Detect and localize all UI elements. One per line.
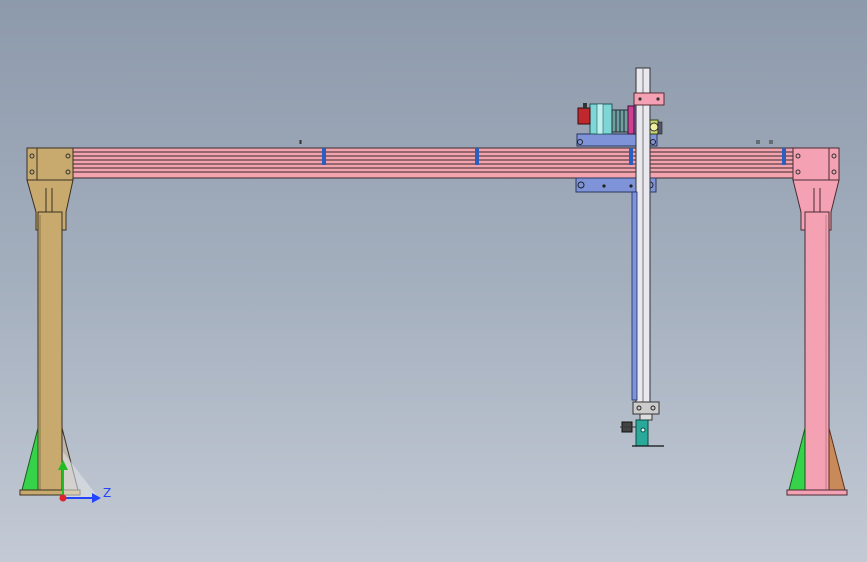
z-axis-label: Z: [103, 486, 111, 500]
cad-viewport[interactable]: Z: [0, 0, 867, 562]
horizontal-beam[interactable]: [59, 140, 801, 179]
beam-top-bolts: [299, 140, 773, 144]
gripper[interactable]: [620, 413, 664, 447]
beam-clamp: [629, 148, 633, 165]
triad-plane: [63, 452, 98, 497]
beam-clamp: [322, 148, 326, 165]
gantry-drawing: Z: [19, 67, 848, 503]
right-column[interactable]: [786, 147, 848, 496]
coordinate-triad: Z: [58, 452, 111, 503]
beam-clamp: [782, 148, 786, 165]
beam-clamp: [475, 148, 479, 165]
left-column[interactable]: [19, 147, 81, 496]
vertical-axis[interactable]: [631, 67, 665, 415]
